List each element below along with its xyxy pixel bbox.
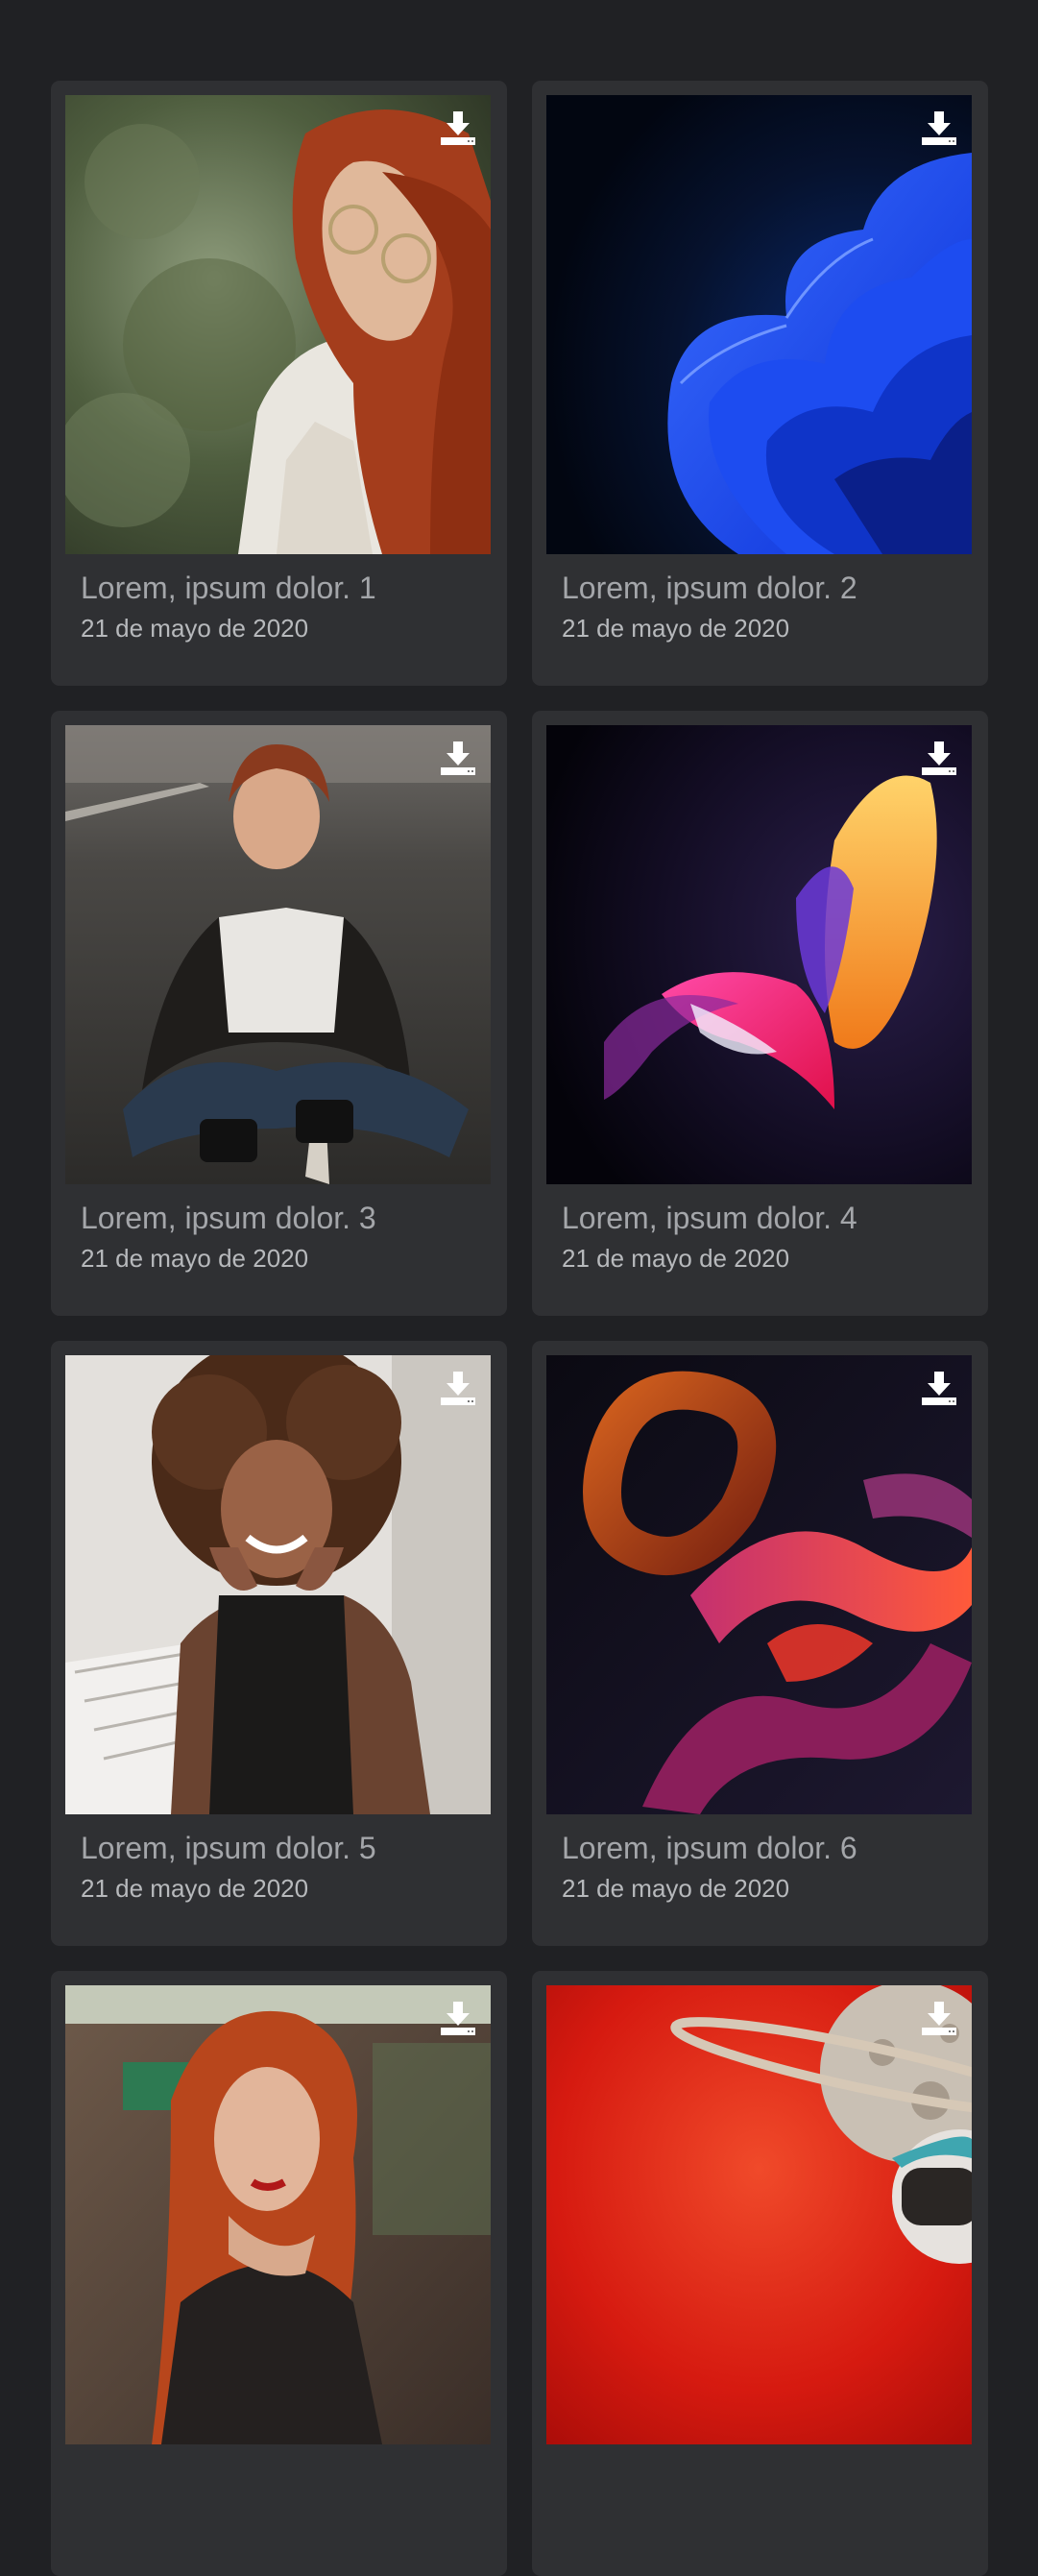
card-date: 21 de mayo de 2020 — [81, 1874, 309, 1903]
gallery-card-7[interactable] — [51, 1971, 507, 2576]
card-title: Lorem, ipsum dolor. 2 — [562, 571, 857, 605]
photo-woman-on-road[interactable] — [65, 725, 491, 1184]
card-title: Lorem, ipsum dolor. 1 — [81, 571, 376, 605]
card-title: Lorem, ipsum dolor. 6 — [562, 1831, 857, 1865]
download-icon[interactable] — [920, 1369, 958, 1407]
download-icon[interactable] — [920, 739, 958, 777]
gallery-card-1[interactable]: Lorem, ipsum dolor. 1 21 de mayo de 2020 — [51, 81, 507, 686]
download-icon[interactable] — [439, 109, 477, 147]
card-title: Lorem, ipsum dolor. 4 — [562, 1201, 857, 1235]
gallery-card-5[interactable]: Lorem, ipsum dolor. 5 21 de mayo de 2020 — [51, 1341, 507, 1946]
gallery-card-6[interactable]: Lorem, ipsum dolor. 6 21 de mayo de 2020 — [532, 1341, 988, 1946]
wallpaper-blue-bloom[interactable] — [546, 95, 972, 554]
download-icon[interactable] — [439, 1369, 477, 1407]
card-date: 21 de mayo de 2020 — [81, 614, 309, 643]
gallery-card-2[interactable]: Lorem, ipsum dolor. 2 21 de mayo de 2020 — [532, 81, 988, 686]
photo-redhead-portrait[interactable] — [65, 1985, 491, 2444]
download-icon[interactable] — [439, 739, 477, 777]
download-icon[interactable] — [439, 1999, 477, 2037]
gallery-card-4[interactable]: Lorem, ipsum dolor. 4 21 de mayo de 2020 — [532, 711, 988, 1316]
image-gallery: Lorem, ipsum dolor. 1 21 de mayo de 2020 — [51, 81, 988, 2576]
card-date: 21 de mayo de 2020 — [562, 1874, 790, 1903]
art-red-planet-astronaut[interactable] — [546, 1985, 972, 2444]
download-icon[interactable] — [920, 1999, 958, 2037]
download-icon[interactable] — [920, 109, 958, 147]
photo-woman-red-hair[interactable] — [65, 95, 491, 554]
gallery-card-3[interactable]: Lorem, ipsum dolor. 3 21 de mayo de 2020 — [51, 711, 507, 1316]
card-date: 21 de mayo de 2020 — [562, 614, 790, 643]
card-title: Lorem, ipsum dolor. 5 — [81, 1831, 376, 1865]
photo-woman-curly-hair[interactable] — [65, 1355, 491, 1814]
wallpaper-pink-orange[interactable] — [546, 725, 972, 1184]
card-title: Lorem, ipsum dolor. 3 — [81, 1201, 376, 1235]
wallpaper-ribbons[interactable] — [546, 1355, 972, 1814]
gallery-card-8[interactable] — [532, 1971, 988, 2576]
card-date: 21 de mayo de 2020 — [562, 1244, 790, 1273]
card-date: 21 de mayo de 2020 — [81, 1244, 309, 1273]
